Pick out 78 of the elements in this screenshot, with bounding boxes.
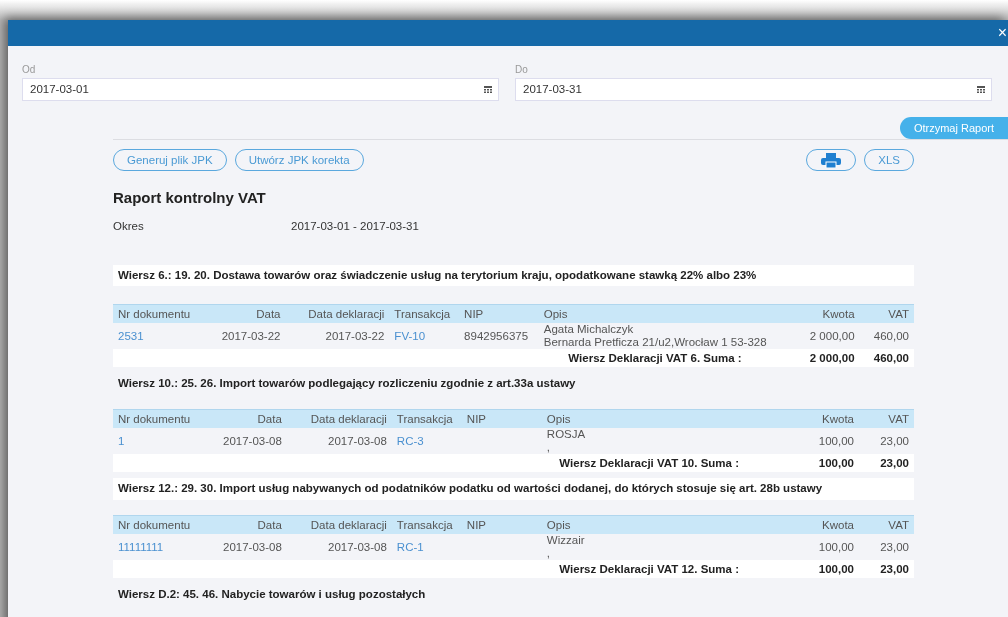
print-button[interactable] (806, 149, 857, 171)
summary-value: 460,00 (873, 352, 909, 364)
column-header: Data (216, 304, 286, 323)
description-line: Agata Michalczyk (543, 323, 635, 336)
column-header: VAT (859, 304, 914, 323)
table-cell: 2 000,00 (809, 330, 855, 342)
table-cell: 460,00 (873, 330, 909, 342)
column-header: Nr dokumentu (113, 409, 218, 429)
document-link[interactable]: 1 (118, 435, 125, 448)
document-link[interactable]: RC-1 (396, 540, 424, 553)
section-heading: Wiersz 10.: 25. 26. Import towarów podlegający rozliczeniu zgodnie z art.33a ustawy (117, 376, 577, 391)
document-link[interactable]: 2531 (118, 330, 144, 342)
column-header: NIP (461, 515, 542, 534)
xls-button[interactable]: XLS (864, 149, 914, 171)
column-header: Kwota (769, 409, 859, 429)
document-link[interactable]: FV-10 (394, 330, 426, 342)
table-cell: 2017-03-22 (325, 330, 385, 342)
calendar-icon (484, 86, 492, 93)
close-button[interactable]: × (997, 25, 1007, 41)
document-link[interactable]: 11111111 (118, 540, 164, 553)
toolbar-button[interactable]: Utwórz JPK korekta (234, 149, 364, 171)
get-report-button[interactable]: Otrzymaj Raport (899, 117, 1008, 139)
summary-value: 100,00 (818, 562, 854, 575)
column-header: Data deklaracji (286, 515, 392, 534)
printer-icon (821, 153, 842, 169)
period-value: 2017-03-01 - 2017-03-31 (291, 218, 419, 234)
column-header: Data deklaracji (285, 304, 390, 323)
calendar-icon (977, 86, 985, 93)
column-header: Data (218, 409, 287, 429)
column-header: Data deklaracji (286, 409, 392, 429)
column-header: NIP (461, 409, 542, 429)
column-header: VAT (859, 409, 914, 429)
table-cell: 23,00 (880, 540, 909, 553)
column-header: VAT (859, 515, 914, 534)
table-cell: 8942956375 (464, 330, 529, 342)
description-line: , (546, 441, 552, 455)
column-header: Kwota (771, 304, 860, 323)
table-cell: 2017-03-22 (221, 330, 281, 342)
table-cell: 23,00 (880, 435, 909, 448)
field-label: Od (22, 63, 37, 77)
column-header: Opis (541, 515, 769, 534)
column-header: Nr dokumentu (113, 515, 218, 534)
column-header: NIP (459, 304, 539, 323)
table-cell: 2017-03-08 (328, 435, 387, 448)
field-label: Do (515, 63, 529, 77)
column-header: Transakcja (391, 409, 462, 429)
description-line: Wizzair (546, 533, 586, 547)
summary-value: 2 000,00 (809, 352, 855, 364)
description-line: ROSJA (546, 428, 587, 442)
summary-label: Wiersz Deklaracji VAT 6. Suma : (568, 352, 742, 364)
table-cell: 100,00 (818, 435, 854, 448)
toolbar-button[interactable]: Generuj plik JPK (113, 149, 227, 171)
section-heading: Wiersz 12.: 29. 30. Import usług nabywanych od podatników podatku od wartości dodanej, do których stosuje się art. 28b ustawy (113, 478, 914, 500)
summary-value: 23,00 (880, 562, 909, 575)
summary-value: 23,00 (880, 457, 909, 470)
description-line: , (546, 546, 552, 560)
column-header: Transakcja (389, 304, 460, 323)
document-link[interactable]: RC-3 (396, 435, 424, 448)
column-header: Nr dokumentu (113, 304, 217, 323)
date-field[interactable]: 2017-03-31 (515, 78, 992, 101)
summary-label: Wiersz Deklaracji VAT 10. Suma : (559, 457, 739, 470)
date-field[interactable]: 2017-03-01 (22, 78, 499, 101)
table-cell: 2017-03-08 (328, 540, 387, 553)
column-header: Data (218, 515, 287, 534)
report-title: Raport kontrolny VAT (113, 188, 267, 208)
table-cell: 2017-03-08 (223, 540, 282, 553)
summary-label: Wiersz Deklaracji VAT 12. Suma : (559, 562, 739, 575)
description-line: Bernarda Pretficza 21/u2,Wrocław 1 53-328 (543, 336, 767, 349)
column-header: Opis (541, 409, 769, 429)
section-heading: Wiersz 6.: 19. 20. Dostawa towarów oraz świadczenie usług na terytorium kraju, opodatkowane stawką 22% albo 23% (113, 264, 914, 286)
column-header: Transakcja (391, 515, 462, 534)
summary-value: 100,00 (818, 457, 854, 470)
column-header: Opis (538, 304, 772, 323)
table-cell: 100,00 (818, 540, 854, 553)
period-label: Okres (113, 218, 145, 234)
section-heading: Wiersz D.2: 45. 46. Nabycie towarów i usług pozostałych (117, 586, 427, 602)
table-cell: 2017-03-08 (223, 435, 282, 448)
column-header: Kwota (769, 515, 859, 534)
